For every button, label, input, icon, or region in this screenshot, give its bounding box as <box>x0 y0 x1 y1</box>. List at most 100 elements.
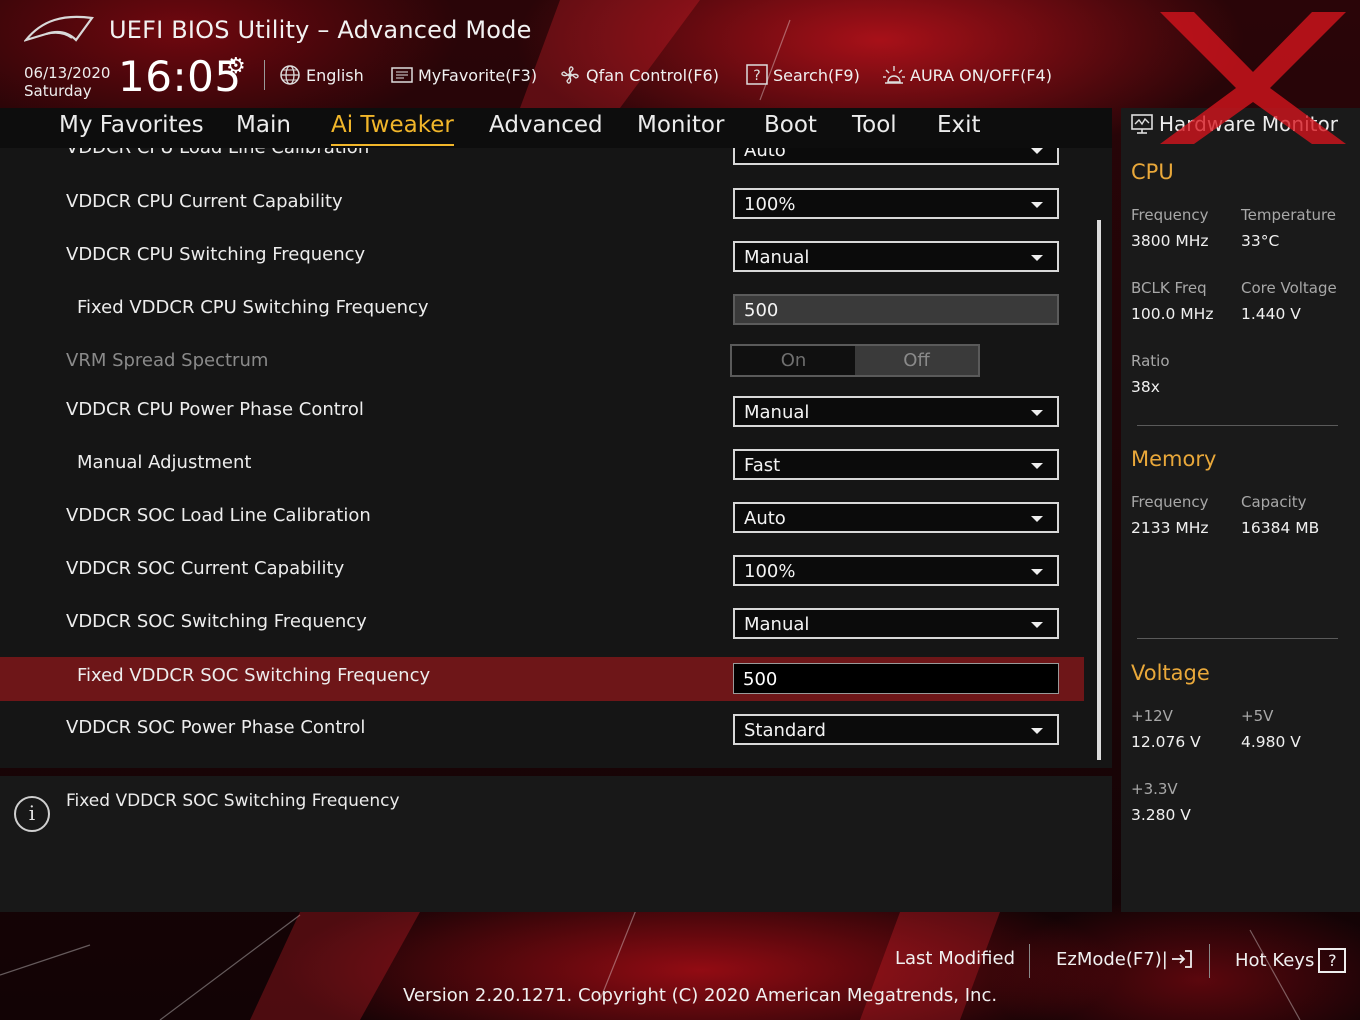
ratio-label: Ratio <box>1131 352 1170 370</box>
date: 06/13/2020 <box>24 64 111 82</box>
dropdown-value: Manual <box>744 614 810 635</box>
setting-label: VDDCR CPU Load Line Calibration <box>66 148 369 158</box>
setting-row[interactable]: VDDCR CPU Switching Frequency Manual <box>0 233 1084 277</box>
setting-dropdown[interactable]: Fast <box>733 449 1059 480</box>
tab-boot[interactable]: Boot <box>764 112 817 146</box>
tab-advanced[interactable]: Advanced <box>489 112 603 146</box>
toggle-off: Off <box>855 346 978 375</box>
tab-main[interactable]: Main <box>236 112 291 146</box>
setting-dropdown[interactable]: Auto <box>733 502 1059 533</box>
monitor-divider <box>1137 425 1338 426</box>
setting-row[interactable]: Fixed VDDCR CPU Switching Frequency 500 <box>0 286 1084 330</box>
dropdown-value: Fast <box>744 455 781 476</box>
setting-dropdown[interactable]: 100% <box>733 188 1059 219</box>
search-button[interactable]: ? Search(F9) <box>745 62 860 88</box>
dropdown-value: Standard <box>744 720 826 741</box>
setting-row[interactable]: VDDCR SOC Power Phase Control Standard <box>0 706 1084 750</box>
tab-monitor[interactable]: Monitor <box>637 112 724 146</box>
setting-dropdown[interactable]: Standard <box>733 714 1059 745</box>
setting-label: VDDCR CPU Switching Frequency <box>66 244 366 265</box>
exit-arrow-icon <box>1170 948 1194 970</box>
bclk-label: BCLK Freq <box>1131 279 1207 297</box>
setting-label: Fixed VDDCR CPU Switching Frequency <box>77 297 429 318</box>
hot-keys-button[interactable]: Hot Keys ? <box>1235 948 1347 973</box>
core-voltage-value: 1.440 V <box>1241 305 1301 323</box>
qfan-control-button[interactable]: Qfan Control(F6) <box>558 62 719 88</box>
setting-dropdown[interactable]: Manual <box>733 608 1059 639</box>
globe-icon <box>278 64 302 86</box>
core-voltage-label: Core Voltage <box>1241 279 1337 297</box>
dropdown-value: 100% <box>744 194 796 215</box>
setting-dropdown[interactable]: Manual <box>733 241 1059 272</box>
dropdown-caret-icon <box>1031 148 1043 154</box>
memory-capacity-label: Capacity <box>1241 493 1307 511</box>
language-button[interactable]: English <box>278 62 364 88</box>
svg-text:?: ? <box>753 68 760 84</box>
toggle-on: On <box>780 350 807 371</box>
day: Saturday <box>24 82 92 100</box>
myfavorite-label: MyFavorite(F3) <box>418 65 538 85</box>
setting-input[interactable]: 500 <box>733 294 1059 325</box>
setting-row-selected[interactable]: Fixed VDDCR SOC Switching Frequency 500 <box>0 657 1084 701</box>
setting-row[interactable]: VDDCR SOC Load Line Calibration Auto <box>0 494 1084 538</box>
settings-list: VDDCR CPU Load Line Calibration Auto VDD… <box>0 148 1112 768</box>
setting-row[interactable]: VDDCR CPU Current Capability 100% <box>0 180 1084 224</box>
dropdown-caret-icon <box>1031 569 1043 575</box>
rog-logo-icon <box>24 15 94 42</box>
dropdown-value: Auto <box>744 148 786 161</box>
cpu-section-title: CPU <box>1131 160 1174 184</box>
ezmode-button[interactable]: EzMode(F7)| <box>1056 948 1194 970</box>
tab-ai-tweaker[interactable]: Ai Tweaker <box>331 112 454 146</box>
setting-row[interactable]: VDDCR CPU Power Phase Control Manual <box>0 388 1084 432</box>
help-panel: i Fixed VDDCR SOC Switching Frequency <box>0 776 1112 912</box>
setting-row: VRM Spread Spectrum On Off <box>0 339 1084 383</box>
setting-label: VDDCR SOC Load Line Calibration <box>66 505 371 526</box>
watermark-logo-icon <box>1160 12 1346 144</box>
dropdown-caret-icon <box>1031 410 1043 416</box>
dropdown-caret-icon <box>1031 255 1043 261</box>
language-label: English <box>306 65 364 85</box>
aura-toggle-button[interactable]: AURA ON/OFF(F4) <box>882 62 1052 88</box>
setting-label: VDDCR SOC Current Capability <box>66 558 345 579</box>
setting-row[interactable]: VDDCR CPU Load Line Calibration Auto <box>0 148 1084 170</box>
v5-label: +5V <box>1241 707 1274 725</box>
search-help-icon: ? <box>745 64 769 86</box>
setting-label: VDDCR SOC Switching Frequency <box>66 611 367 632</box>
dropdown-caret-icon <box>1031 622 1043 628</box>
setting-row[interactable]: Manual Adjustment Fast <box>0 441 1084 485</box>
dropdown-caret-icon <box>1031 202 1043 208</box>
aura-label: AURA ON/OFF(F4) <box>910 65 1052 85</box>
qfan-label: Qfan Control(F6) <box>586 65 719 85</box>
setting-toggle: On Off <box>730 344 980 377</box>
cpu-temperature-value: 33°C <box>1241 232 1280 250</box>
search-label: Search(F9) <box>773 65 860 85</box>
setting-dropdown[interactable]: Auto <box>733 148 1059 165</box>
setting-row[interactable]: VDDCR SOC Current Capability 100% <box>0 547 1084 591</box>
tab-my-favorites[interactable]: My Favorites <box>59 112 204 146</box>
setting-label: Manual Adjustment <box>77 452 252 473</box>
tab-tool[interactable]: Tool <box>852 112 897 146</box>
cpu-frequency-label: Frequency <box>1131 206 1209 224</box>
header-divider <box>264 60 265 90</box>
setting-label: VRM Spread Spectrum <box>66 350 269 371</box>
setting-label: VDDCR CPU Current Capability <box>66 191 343 212</box>
v33-label: +3.3V <box>1131 780 1178 798</box>
dropdown-value: Manual <box>744 402 810 423</box>
setting-input[interactable]: 500 <box>733 663 1059 694</box>
setting-dropdown[interactable]: 100% <box>733 555 1059 586</box>
scrollbar[interactable] <box>1097 220 1101 760</box>
footer-divider <box>1209 944 1210 978</box>
setting-dropdown[interactable]: Manual <box>733 396 1059 427</box>
dropdown-value: Manual <box>744 247 810 268</box>
gear-icon[interactable]: ⚙ <box>226 54 246 79</box>
myfavorite-button[interactable]: MyFavorite(F3) <box>390 62 537 88</box>
favorite-list-icon <box>390 64 414 86</box>
setting-label: VDDCR SOC Power Phase Control <box>66 717 366 738</box>
bclk-value: 100.0 MHz <box>1131 305 1214 323</box>
dropdown-value: 100% <box>744 561 796 582</box>
clock: 16:05 <box>118 52 242 101</box>
last-modified-button[interactable]: Last Modified <box>895 948 1015 969</box>
tab-exit[interactable]: Exit <box>937 112 981 146</box>
setting-row[interactable]: VDDCR SOC Switching Frequency Manual <box>0 600 1084 644</box>
help-text: Fixed VDDCR SOC Switching Frequency <box>66 791 400 811</box>
